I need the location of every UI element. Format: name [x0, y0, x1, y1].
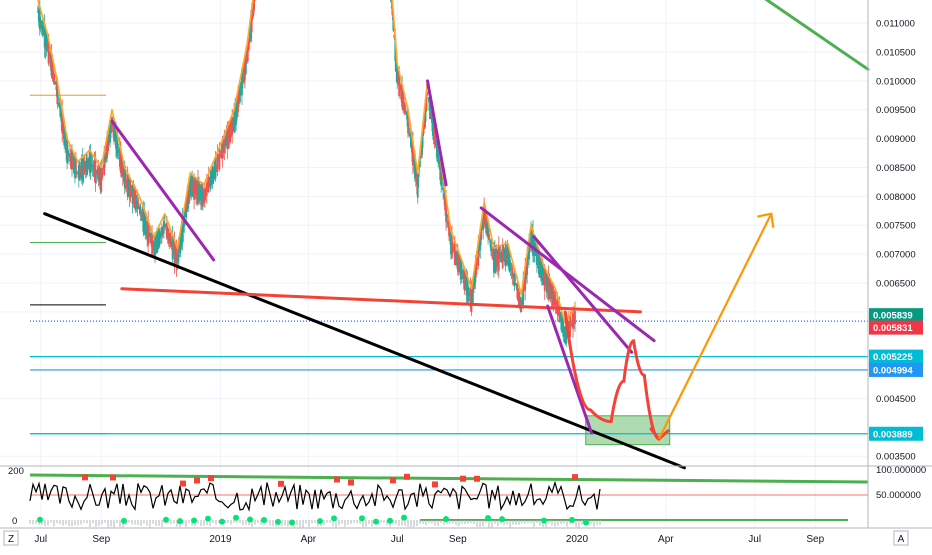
indicator-buy-dot — [317, 518, 323, 524]
indicator-sell-marker — [572, 474, 578, 480]
y-tick-label: 0.008000 — [876, 192, 916, 203]
target-zone — [586, 416, 670, 445]
y-tick-label: 0.009000 — [876, 134, 916, 145]
indicator-sell-marker — [82, 474, 88, 480]
indicator-sell-marker — [390, 477, 396, 483]
y-tick-label: 0.010000 — [876, 76, 916, 87]
x-tick-label: Sep — [806, 534, 824, 545]
y-tick-label: 0.004500 — [876, 394, 916, 405]
x-tick-label: Sep — [449, 534, 467, 545]
candle-body — [76, 171, 78, 172]
y-tick-label: 0.010500 — [876, 47, 916, 58]
indicator-sell-marker — [404, 474, 410, 480]
y-tick-label: 0.011000 — [876, 19, 915, 30]
price-label-text: 0.004994 — [873, 365, 913, 376]
candle-body — [254, 0, 256, 1]
indicator-buy-dot — [219, 519, 225, 525]
indicator-buy-dot — [499, 516, 505, 522]
indicator-sell-marker — [278, 481, 284, 487]
indicator-buy-dot — [387, 518, 393, 524]
indicator-buy-dot — [163, 517, 169, 523]
indicator-buy-dot — [541, 518, 547, 524]
price-label-text: 0.005831 — [873, 323, 913, 334]
indicator-buy-dot — [37, 517, 43, 523]
indicator-right-tick: 50.000000 — [876, 490, 921, 501]
indicator-sell-marker — [180, 481, 186, 487]
x-tick-label: Jul — [748, 534, 761, 545]
indicator-sell-marker — [110, 474, 116, 480]
x-tick-label: 2019 — [209, 534, 232, 545]
indicator-left-tick: 200 — [8, 466, 24, 477]
candle-body — [219, 148, 221, 169]
zoom-button-label: Z — [8, 534, 14, 545]
candle-body — [75, 160, 77, 177]
indicator-buy-dot — [177, 518, 183, 524]
indicator-sell-marker — [432, 481, 438, 487]
indicator-buy-dot — [205, 516, 211, 522]
indicator-buy-dot — [569, 517, 575, 523]
y-tick-label: 0.006500 — [876, 278, 916, 289]
x-tick-label: 2020 — [566, 534, 589, 545]
indicator-buy-dot — [583, 519, 589, 525]
indicator-buy-dot — [121, 518, 127, 524]
y-tick-label: 0.009500 — [876, 105, 916, 116]
indicator-right-tick: 100.000000 — [876, 465, 926, 476]
price-label-text: 0.005839 — [873, 311, 913, 322]
indicator-buy-dot — [485, 515, 491, 521]
y-tick-label: 0.003500 — [876, 452, 916, 463]
indicator-buy-dot — [331, 515, 337, 521]
indicator-buy-dot — [261, 517, 267, 523]
chart-svg[interactable]: Jul Sep 2019 Apr Jul Sep 2020 Apr Jul Sep 0.011000… — [0, 0, 932, 550]
indicator-buy-dot — [275, 519, 281, 525]
candle-body — [418, 174, 420, 177]
indicator-buy-dot — [233, 515, 239, 521]
price-label-text: 0.005225 — [873, 352, 913, 363]
auto-scale-button-label: A — [898, 534, 905, 545]
x-tick-label: Sep — [92, 534, 110, 545]
candle-body — [101, 169, 103, 178]
x-tick-label: Jul — [34, 534, 47, 545]
indicator-left-tick: 0 — [12, 516, 17, 527]
x-tick-label: Jul — [391, 534, 404, 545]
chart-root: Jul Sep 2019 Apr Jul Sep 2020 Apr Jul Sep 0.011000… — [0, 0, 932, 550]
candle-body — [574, 311, 576, 324]
indicator-sell-marker — [474, 476, 480, 482]
y-tick-label: 0.007500 — [876, 221, 916, 232]
x-tick-label: Apr — [301, 534, 317, 545]
indicator-buy-dot — [373, 519, 379, 525]
indicator-buy-dot — [443, 516, 449, 522]
indicator-sell-marker — [348, 479, 354, 485]
indicator-buy-dot — [401, 515, 407, 521]
price-label-text: 0.003889 — [873, 429, 913, 440]
indicator-buy-dot — [191, 517, 197, 523]
indicator-sell-marker — [194, 477, 200, 483]
indicator-buy-dot — [247, 517, 253, 523]
y-tick-label: 0.008500 — [876, 163, 916, 174]
indicator-buy-dot — [289, 519, 295, 525]
indicator-sell-marker — [460, 476, 466, 482]
indicator-buy-dot — [359, 515, 365, 521]
indicator-sell-marker — [208, 475, 214, 481]
indicator-sell-marker — [334, 476, 340, 482]
x-tick-label: Apr — [658, 534, 674, 545]
y-tick-label: 0.007000 — [876, 250, 916, 261]
